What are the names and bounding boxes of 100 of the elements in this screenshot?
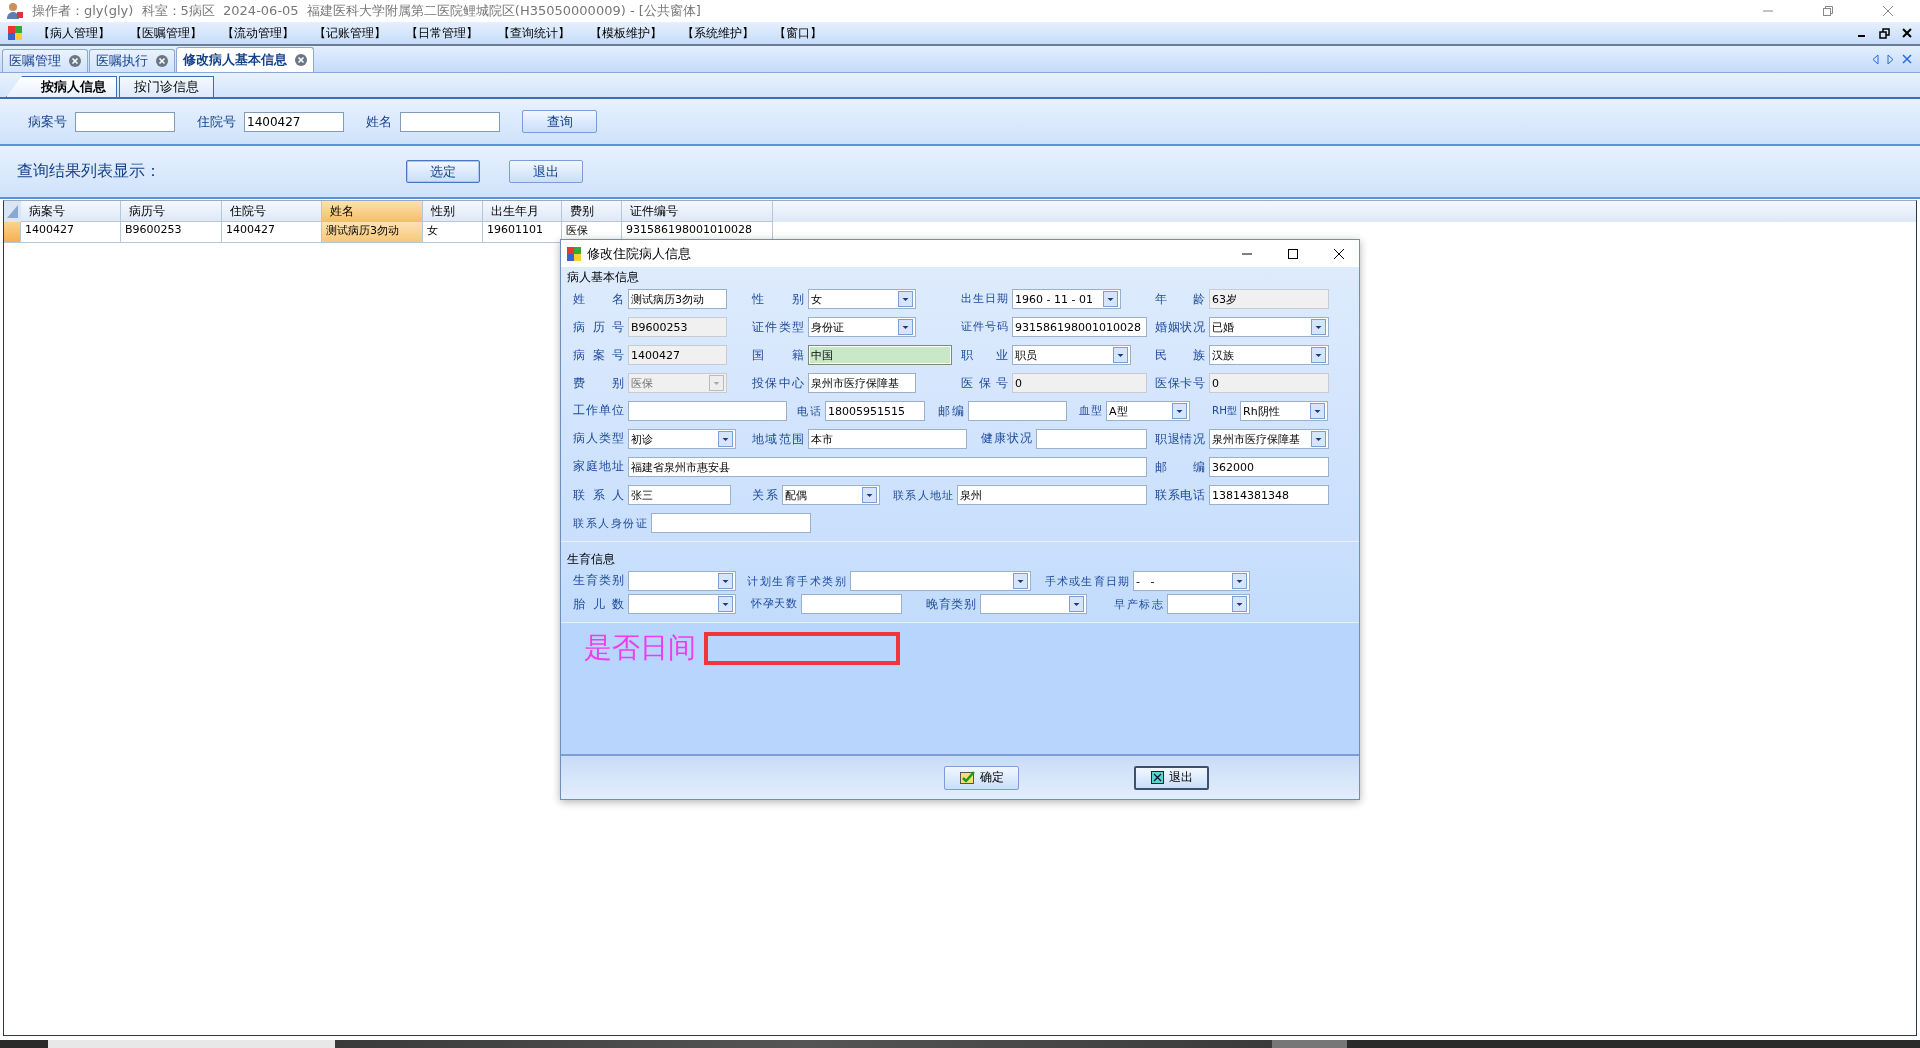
field-label: 工作单位 — [573, 403, 624, 419]
input-field[interactable] — [400, 111, 500, 132]
dropdown-field[interactable]: A型 — [1106, 401, 1190, 421]
text-field[interactable]: 本市 — [808, 429, 967, 449]
app-icon — [567, 246, 581, 261]
dropdown-field[interactable]: 医保 — [628, 373, 727, 393]
dropdown-field[interactable]: 配偶 — [782, 485, 880, 505]
text-field[interactable]: B9600253 — [628, 317, 727, 337]
field-label: 早产标志 — [1114, 596, 1163, 612]
restore-icon[interactable] — [1879, 27, 1890, 39]
dialog-button[interactable]: 退出 — [509, 160, 583, 183]
dropdown-field[interactable] — [1167, 594, 1250, 614]
menu-item[interactable]: 【模板维护】 — [590, 24, 682, 42]
text-field[interactable] — [651, 513, 811, 533]
menu-item[interactable]: 【记账管理】 — [314, 24, 406, 42]
window-title: 操作者：gly(gly) 科室：5病区 2024-06-05 福建医科大学附属第二医院鲤城院区(H35050000009) - [公共窗体] — [32, 2, 701, 20]
dropdown-field[interactable] — [980, 594, 1087, 614]
column-header[interactable]: 出生年月 — [483, 201, 562, 222]
field-label: 联系人地址 — [893, 487, 953, 503]
query-button[interactable]: 查询 — [522, 110, 597, 133]
table-cell: 测试病历3勿动 — [322, 222, 423, 243]
tab[interactable]: 按门诊信息 — [119, 76, 214, 97]
text-field[interactable] — [801, 594, 902, 614]
scroll-left-icon[interactable] — [1872, 53, 1879, 65]
field-label: 国籍 — [752, 346, 804, 364]
text-field[interactable]: 测试病历3勿动 — [628, 289, 727, 309]
menu-item[interactable]: 【查询统计】 — [498, 24, 590, 42]
field-label: 民族 — [1155, 346, 1205, 364]
results-caption: 查询结果列表显示： — [17, 161, 162, 182]
text-field[interactable]: 福建省泉州市惠安县 — [628, 457, 1147, 477]
app-icon[interactable] — [8, 26, 22, 40]
column-header[interactable]: 病历号 — [121, 201, 222, 222]
menu-item[interactable]: 【系统维护】 — [682, 24, 774, 42]
dropdown-field[interactable]: 汉族 — [1209, 345, 1329, 365]
text-field[interactable] — [628, 401, 787, 421]
field-label: 证件号码 — [961, 320, 1008, 334]
tab[interactable]: 按病人信息 — [6, 76, 117, 97]
field-label: 计划生育手术类别 — [747, 573, 846, 589]
dropdown-field[interactable]: 已婚 — [1209, 317, 1329, 337]
text-field[interactable]: 1400427 — [628, 345, 727, 365]
column-header[interactable]: 证件编号 — [622, 201, 773, 222]
dropdown-field[interactable] — [850, 571, 1031, 591]
dropdown-field[interactable]: 职员 — [1012, 345, 1131, 365]
field-label: 出生日期 — [961, 292, 1008, 306]
field-label: 年龄 — [1155, 290, 1205, 308]
dialog-button[interactable]: 退出 — [1134, 765, 1209, 790]
close-icon — [1150, 771, 1164, 784]
column-header[interactable]: 病案号 — [21, 201, 121, 222]
input-field[interactable]: 1400427 — [244, 111, 344, 132]
menu-item[interactable]: 【日常管理】 — [406, 24, 498, 42]
text-field[interactable]: 泉州市医疗保障基 — [808, 373, 916, 393]
field-label: 地域范围 — [752, 430, 804, 448]
text-field[interactable] — [968, 401, 1067, 421]
text-field[interactable]: 0 — [1012, 373, 1147, 393]
text-field[interactable]: 张三 — [628, 485, 731, 505]
menu-item[interactable]: 【医嘱管理】 — [130, 24, 222, 42]
tab[interactable]: 医嘱管理 — [2, 49, 88, 72]
dropdown-field[interactable] — [628, 571, 736, 591]
tab[interactable]: 修改病人基本信息 — [176, 47, 314, 72]
dropdown-field[interactable]: 泉州市医疗保障基 — [1209, 429, 1329, 449]
menu-item[interactable]: 【病人管理】 — [38, 24, 130, 42]
text-field[interactable]: 63岁 — [1209, 289, 1329, 309]
text-field[interactable] — [1036, 429, 1147, 449]
table-cell: 1400427 — [21, 222, 121, 243]
text-field[interactable]: 13814381348 — [1209, 485, 1329, 505]
field-label: 职退情况 — [1155, 431, 1205, 447]
field-label: 邮编 — [938, 402, 964, 420]
dialog-button[interactable]: 选定 — [406, 160, 480, 183]
date-field[interactable]: 1960 - 11 - 01 — [1012, 289, 1121, 309]
column-header[interactable]: 费别 — [562, 201, 622, 222]
field-label: 住院号 — [197, 112, 236, 131]
text-field[interactable]: 362000 — [1209, 457, 1329, 477]
column-header[interactable]: 性别 — [423, 201, 483, 222]
dialog-button[interactable]: 确定 — [944, 765, 1019, 790]
text-field[interactable]: 中国 — [808, 345, 952, 365]
check-icon — [959, 771, 975, 784]
close-icon[interactable] — [1333, 247, 1345, 260]
dropdown-field[interactable]: 身份证 — [808, 317, 916, 337]
date-field[interactable]: - - — [1133, 571, 1250, 591]
text-field[interactable]: 931586198001010028 — [1012, 317, 1147, 337]
field-label: 联系电话 — [1155, 487, 1205, 503]
text-field[interactable]: 泉州 — [957, 485, 1147, 505]
dropdown-field[interactable]: 女 — [808, 289, 916, 309]
text-field[interactable]: 18005951515 — [825, 401, 925, 421]
field-label: 医保卡号 — [1155, 375, 1205, 391]
field-label: 婚姻状况 — [1155, 319, 1205, 335]
close-icon[interactable] — [1902, 28, 1912, 38]
menu-item[interactable]: 【窗口】 — [774, 24, 866, 42]
text-field[interactable]: 0 — [1209, 373, 1329, 393]
input-field[interactable] — [75, 111, 175, 132]
dropdown-field[interactable] — [628, 594, 736, 614]
dropdown-field[interactable]: 初诊 — [628, 429, 736, 449]
dropdown-field[interactable]: Rh阴性 — [1240, 401, 1328, 421]
tab[interactable]: 医嘱执行 — [89, 49, 175, 72]
scroll-right-icon[interactable] — [1887, 53, 1894, 65]
field-label: 健康状况 — [981, 431, 1032, 447]
maximize-icon[interactable] — [1287, 247, 1299, 260]
menu-item[interactable]: 【流动管理】 — [222, 24, 314, 42]
column-header[interactable]: 姓名 — [322, 201, 423, 222]
field-label: 病案号 — [28, 112, 67, 131]
